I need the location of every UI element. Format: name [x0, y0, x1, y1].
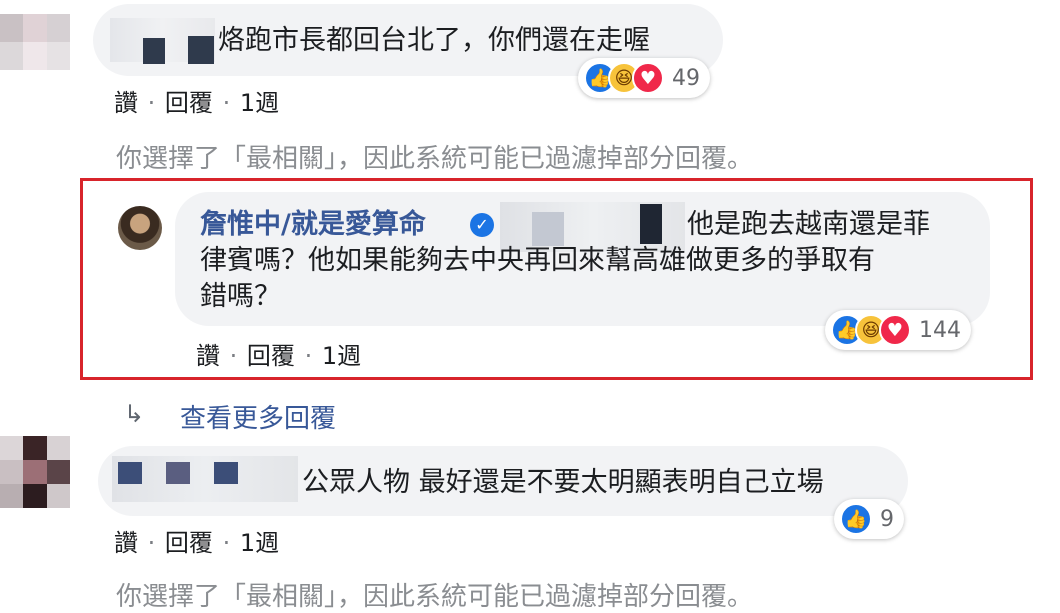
reactions-summary[interactable]: 👍 😆 ♥ 49 [578, 58, 710, 98]
comment-text-line2: 律賓嗎？他如果能夠去中央再回來幫高雄做更多的爭取有 [200, 245, 875, 276]
filter-notice: 你選擇了「最相關」，因此系統可能已過濾掉部分回覆。 [116, 582, 754, 612]
comment-text-line1: 他是跑去越南還是菲 [687, 209, 930, 240]
redaction-block [532, 212, 564, 246]
love-reaction-icon: ♥ [632, 62, 664, 94]
reply-link[interactable]: 回覆 [165, 529, 213, 557]
love-reaction-icon: ♥ [879, 314, 911, 346]
reaction-count: 49 [672, 65, 700, 91]
view-more-replies-link[interactable]: 查看更多回覆 [180, 398, 336, 435]
avatar[interactable] [0, 436, 70, 508]
redaction-block [118, 462, 142, 484]
reactions-summary[interactable]: 👍 😆 ♥ 144 [825, 310, 971, 350]
comment-actions: 讚 · 回覆 · 1週 [196, 342, 362, 370]
redaction-block [640, 204, 662, 244]
avatar[interactable] [118, 206, 162, 250]
author-name[interactable]: 詹惟中/就是愛算命 [200, 206, 426, 244]
comment-text: 公眾人物 最好還是不要太明顯表明自己立場 [302, 467, 824, 498]
timestamp-link[interactable]: 1週 [322, 342, 361, 370]
comment-text-line3: 錯嗎？ [200, 281, 281, 312]
like-reaction-icon: 👍 [840, 503, 872, 535]
redaction-block [188, 36, 214, 64]
redaction-block [166, 462, 190, 484]
reaction-count: 9 [880, 506, 894, 532]
reaction-count: 144 [919, 317, 961, 343]
timestamp-link[interactable]: 1週 [240, 529, 279, 557]
like-link[interactable]: 讚 [114, 89, 138, 117]
comment-actions: 讚 · 回覆 · 1週 [114, 529, 280, 557]
verified-badge-icon: ✓ [470, 213, 494, 237]
comment-text: 烙跑市長都回台北了，你們還在走喔 [218, 25, 650, 56]
like-link[interactable]: 讚 [114, 529, 138, 557]
avatar[interactable] [0, 14, 70, 70]
like-link[interactable]: 讚 [196, 342, 220, 370]
reply-arrow-icon: ↳ [124, 400, 145, 428]
reply-link[interactable]: 回覆 [165, 89, 213, 117]
timestamp-link[interactable]: 1週 [240, 89, 279, 117]
reply-link[interactable]: 回覆 [247, 342, 295, 370]
reactions-summary[interactable]: 👍 9 [834, 499, 904, 539]
filter-notice: 你選擇了「最相關」，因此系統可能已過濾掉部分回覆。 [116, 144, 754, 174]
comment-actions: 讚 · 回覆 · 1週 [114, 89, 280, 117]
redaction-block [214, 462, 238, 484]
redaction-block [143, 38, 165, 64]
